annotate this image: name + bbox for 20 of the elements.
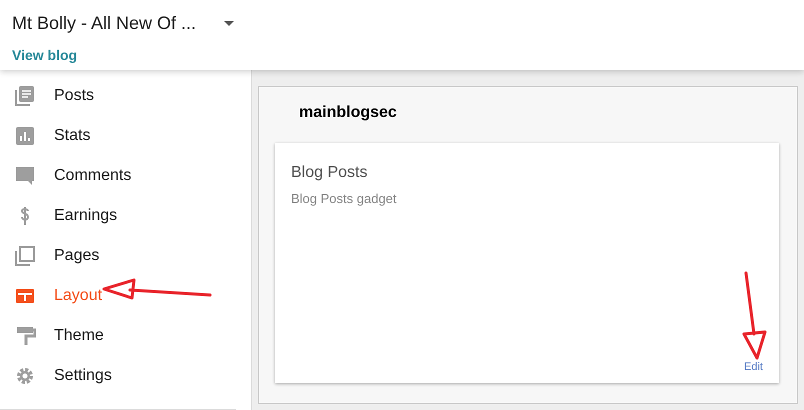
sidebar-item[interactable]: Comments: [0, 156, 132, 196]
sidebar-item[interactable]: Settings: [0, 356, 112, 396]
blog-title[interactable]: Mt Bolly - All New Of ...: [12, 10, 196, 37]
sidebar-item[interactable]: Posts: [0, 76, 94, 116]
sidebar-item[interactable]: Pages: [0, 236, 100, 276]
sidebar-item[interactable]: Stats: [0, 116, 90, 156]
sidebar-item[interactable]: Theme: [0, 316, 104, 356]
view-blog-link[interactable]: View blog: [12, 45, 78, 66]
dropdown-caret-icon[interactable]: [224, 21, 234, 26]
gadget-title: Blog Posts: [291, 163, 368, 183]
gadget-description: Blog Posts gadget: [291, 190, 398, 208]
section-title: mainblogsec: [299, 103, 398, 123]
pages-icon: [14, 245, 36, 267]
paint-roller-icon: [14, 325, 36, 347]
edit-link[interactable]: Edit: [744, 358, 763, 375]
sidebar-item[interactable]: Earnings: [0, 196, 118, 236]
settings-icon: [14, 365, 36, 387]
bar-chart-icon: [14, 125, 36, 147]
document-stack-icon: [14, 85, 36, 107]
speech-bubble-icon: [14, 165, 36, 187]
